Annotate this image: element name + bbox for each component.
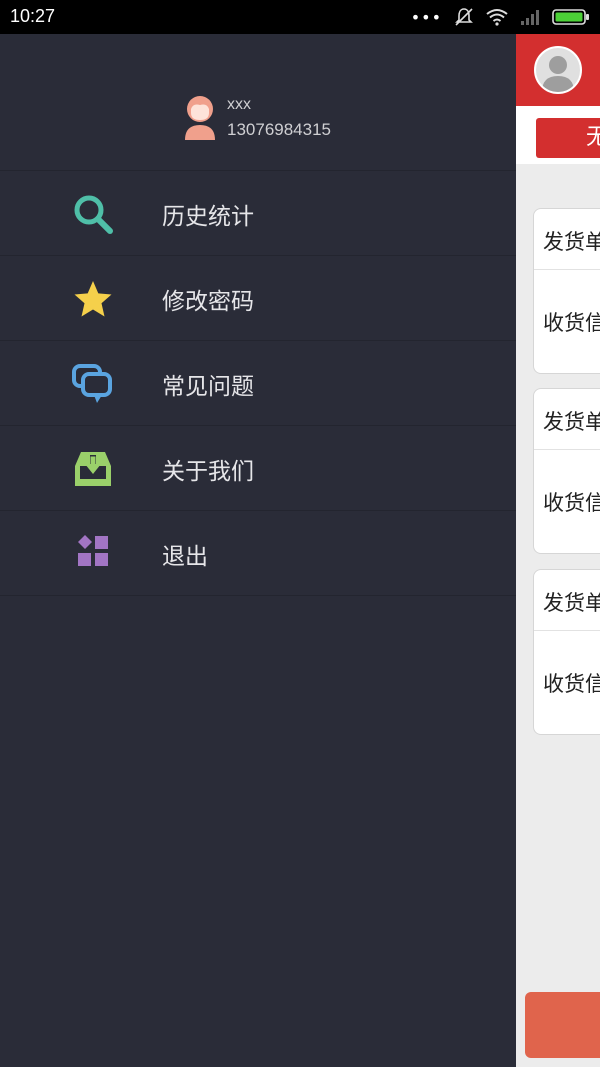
menu-item-change-password[interactable]: 修改密码 — [0, 256, 516, 341]
menu-item-label: 常见问题 — [162, 374, 254, 400]
menu-item-history[interactable]: 历史统计 — [0, 171, 516, 256]
mute-icon — [455, 8, 473, 26]
wifi-icon — [486, 9, 508, 26]
user-profile-header[interactable]: xxx 13076984315 — [0, 34, 516, 171]
user-avatar-icon — [182, 94, 218, 140]
card-shipping-label: 发货单 — [543, 230, 600, 254]
header-avatar[interactable] — [534, 46, 582, 94]
main-content: 无 发货单 收货信 发货单 收货信 发货单 收货信 — [516, 34, 600, 1067]
more-icon: ••• — [410, 7, 442, 27]
menu-item-faq[interactable]: 常见问题 — [0, 341, 516, 426]
star-icon — [72, 278, 114, 320]
apps-icon — [72, 533, 114, 575]
status-time: 10:27 — [10, 6, 56, 26]
chat-bubbles-icon — [72, 363, 114, 405]
signal-icon — [521, 10, 539, 25]
order-card[interactable]: 发货单 收货信 — [533, 388, 600, 554]
menu-item-label: 修改密码 — [162, 289, 254, 315]
status-icons: ••• — [411, 6, 590, 28]
card-shipping-label: 发货单 — [543, 410, 600, 434]
card-receiving-label: 收货信 — [543, 491, 600, 515]
card-receiving-label: 收货信 — [543, 311, 600, 335]
app-header — [516, 34, 600, 106]
card-receiving-label: 收货信 — [543, 672, 600, 696]
menu-item-label: 关于我们 — [162, 459, 254, 485]
menu-item-label: 历史统计 — [162, 204, 254, 230]
card-shipping-label: 发货单 — [543, 591, 600, 615]
navigation-drawer: xxx 13076984315 历史统计 修改密码 常见问题 关于我们 退出 — [0, 34, 516, 1067]
menu-item-logout[interactable]: 退出 — [0, 511, 516, 596]
filter-button[interactable]: 无 — [536, 118, 600, 158]
user-phone: 13076984315 — [227, 120, 332, 139]
menu-item-about-us[interactable]: 关于我们 — [0, 426, 516, 511]
drawer-menu: 历史统计 修改密码 常见问题 关于我们 退出 — [0, 171, 516, 596]
inbox-download-icon — [72, 448, 114, 490]
bottom-action-button[interactable] — [525, 992, 600, 1058]
order-card[interactable]: 发货单 收货信 — [533, 208, 600, 374]
user-name: xxx — [227, 96, 251, 113]
battery-icon — [552, 9, 589, 25]
menu-item-label: 退出 — [162, 544, 208, 570]
order-card[interactable]: 发货单 收货信 — [533, 569, 600, 735]
search-icon — [72, 193, 114, 235]
status-bar: 10:27 ••• — [0, 0, 600, 34]
filter-bar: 无 — [516, 106, 600, 164]
